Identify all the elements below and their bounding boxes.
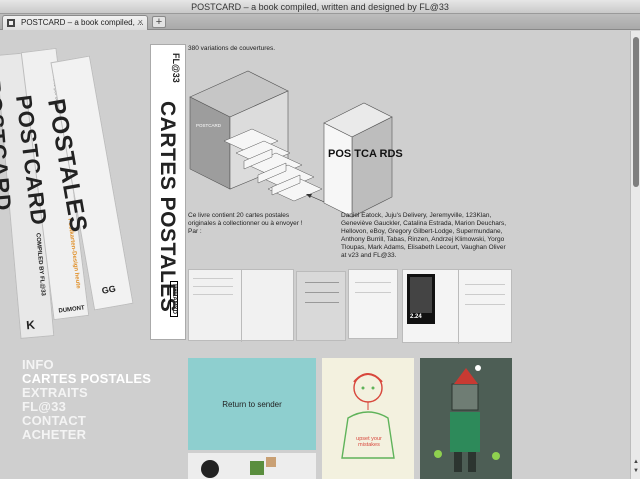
tab-bar: POSTCARD – a book compiled, ... × + xyxy=(0,14,640,30)
spine-publisher: DUMONT xyxy=(58,305,86,315)
book-spine-cartes-postales: FL@33 CARTES POSTALES PYRAMYD xyxy=(150,44,186,340)
new-tab-button[interactable]: + xyxy=(152,16,166,28)
thumbnail-upset-mistakes[interactable]: upset your mistakes xyxy=(322,358,414,479)
window-title: POSTCARD – a book compiled, written and … xyxy=(191,2,449,12)
stamp-image: 2.24 xyxy=(407,274,435,324)
nav-item-fl33[interactable]: FL@33 xyxy=(22,400,151,414)
svg-text:POSTCARD: POSTCARD xyxy=(196,123,222,128)
postcard-open-1[interactable] xyxy=(188,269,294,342)
scroll-down-icon[interactable]: ▼ xyxy=(632,468,640,474)
thumbnail-figures[interactable] xyxy=(188,453,316,479)
thumbnail-return-to-sender[interactable]: Return to sender xyxy=(188,358,316,450)
tshirt-text: upset your mistakes xyxy=(356,436,382,448)
spine-publisher: PYRAMYD xyxy=(170,281,178,318)
nav-item-info[interactable]: INFO xyxy=(22,358,151,372)
thumbnail-robot-santa[interactable] xyxy=(420,358,512,479)
tab-close-icon[interactable]: × xyxy=(138,16,143,29)
postcard-strip: 2.24 xyxy=(188,269,512,345)
main-nav: INFO CARTES POSTALES EXTRAITS FL@33 CONT… xyxy=(22,358,151,442)
isometric-illustration: POSTCARD POS TCA RDS xyxy=(189,70,403,218)
vertical-scrollbar[interactable]: ▲ ▼ xyxy=(630,31,640,479)
postcard-stamp-4[interactable]: 2.24 xyxy=(402,269,512,344)
variations-caption: 380 variations de couvertures. xyxy=(188,45,276,52)
spine-author: FL@33 xyxy=(171,53,181,83)
browser-tab[interactable]: POSTCARD – a book compiled, ... × xyxy=(2,15,148,30)
robot-illustration xyxy=(420,358,512,479)
postcard-back-3[interactable] xyxy=(348,269,398,339)
nav-item-acheter[interactable]: ACHETER xyxy=(22,428,151,442)
illus-cover-text: POS TCA RDS xyxy=(328,148,403,160)
window-titlebar: POSTCARD – a book compiled, written and … xyxy=(0,0,640,14)
spine-publisher: K xyxy=(25,317,36,333)
postcard-back-2[interactable] xyxy=(296,271,346,341)
page-viewport: POSTCARD COMPILED BY FL@33 K POSTCARD Di… xyxy=(0,31,630,479)
nav-item-extraits[interactable]: EXTRAITS xyxy=(22,386,151,400)
nav-item-cartes-postales[interactable]: CARTES POSTALES xyxy=(22,372,151,386)
contributors-text: Daniel Eatock, Juju's Delivery, Jeremyvi… xyxy=(341,212,507,259)
nav-item-contact[interactable]: CONTACT xyxy=(22,414,151,428)
scroll-up-icon[interactable]: ▲ xyxy=(632,459,640,465)
stamp-value: 2.24 xyxy=(410,314,422,320)
spine-publisher: GG xyxy=(101,283,117,296)
description-text: Ce livre contient 20 cartes postales ori… xyxy=(188,212,303,235)
favicon-icon xyxy=(7,19,15,27)
scroll-thumb[interactable] xyxy=(633,37,639,187)
figures-illustration xyxy=(188,453,316,479)
boy-illustration xyxy=(341,373,395,459)
tab-label: POSTCARD – a book compiled, ... xyxy=(21,18,144,27)
thumbnail-label: Return to sender xyxy=(222,400,282,409)
